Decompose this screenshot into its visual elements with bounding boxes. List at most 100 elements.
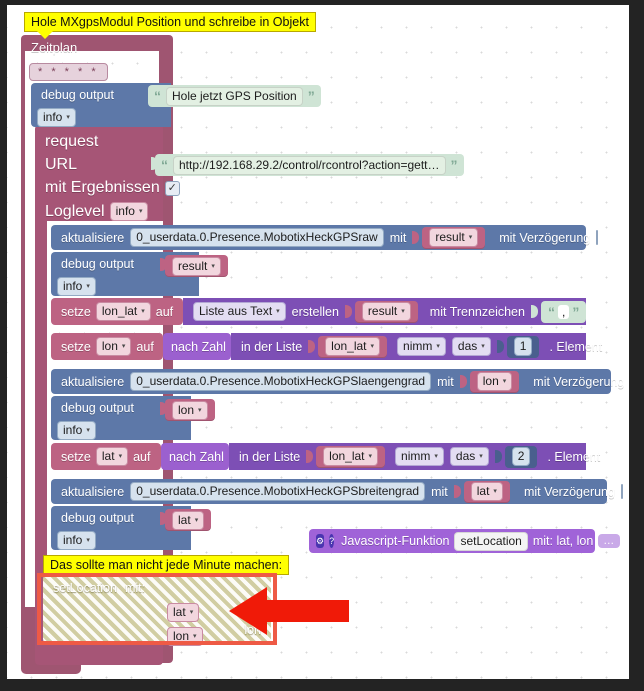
comment-tail bbox=[37, 31, 53, 39]
in-list-lat-var-block[interactable]: lon_lat bbox=[316, 445, 386, 468]
block-list-from-text[interactable]: Liste aus Text erstellen result mit Tren… bbox=[183, 298, 587, 325]
js-function-more-icon[interactable]: … bbox=[598, 534, 621, 548]
block-debug-result[interactable]: debug output info result bbox=[51, 252, 228, 296]
das-lon-field[interactable]: das bbox=[451, 337, 491, 356]
request-loglevel-value[interactable]: info bbox=[109, 202, 149, 221]
in-list-lat-connector bbox=[306, 450, 314, 463]
das-lat-field[interactable]: das bbox=[449, 447, 489, 466]
comment-bottom-text: Das sollte man nicht jede Minute machen: bbox=[50, 558, 283, 572]
update-lon-delay-label: mit Verzögerung bbox=[533, 374, 625, 389]
update-raw-delay-checkbox[interactable] bbox=[596, 230, 599, 245]
in-list-lon-var[interactable]: lon_lat bbox=[325, 337, 381, 356]
update-lat-connector bbox=[453, 485, 461, 498]
debug-lon-label: debug output bbox=[61, 401, 134, 415]
set-lon-variable[interactable]: lon bbox=[95, 337, 132, 356]
request-loglevel-row[interactable]: Loglevel info bbox=[45, 202, 149, 221]
block-text-gps-position[interactable]: “ Hole jetzt GPS Position ” bbox=[148, 85, 321, 107]
update-lon-object[interactable]: 0_userdata.0.Presence.MobotixHeckGPSlaen… bbox=[130, 372, 432, 391]
zeitplan-label: Zeitplan bbox=[31, 40, 78, 55]
debug-lat-value-block[interactable]: lat bbox=[165, 509, 212, 531]
index-lon-block[interactable]: 1 bbox=[506, 335, 540, 358]
debug-output-top-level[interactable]: info bbox=[37, 108, 76, 127]
block-debug-lon[interactable]: debug output info lon bbox=[51, 396, 215, 440]
index-lon-value[interactable]: 1 bbox=[513, 337, 533, 356]
update-lon-value[interactable]: lon bbox=[476, 372, 513, 391]
debug-lon-level[interactable]: info bbox=[57, 421, 96, 440]
list-source-connector bbox=[344, 305, 352, 318]
in-list-lat-var[interactable]: lon_lat bbox=[323, 447, 379, 466]
debug-result-value-block[interactable]: result bbox=[165, 255, 228, 277]
js-function-name[interactable]: setLocation bbox=[454, 531, 528, 551]
update-lat-delay-label: mit Verzögerung bbox=[523, 484, 615, 499]
zeitplan-cron-field[interactable]: * * * * * bbox=[29, 63, 108, 81]
in-list-lon-connector bbox=[308, 340, 316, 353]
index-lat-block[interactable]: 2 bbox=[504, 445, 538, 468]
block-set-lonlat[interactable]: setze lon_lat auf bbox=[51, 298, 183, 325]
blockly-canvas[interactable]: Zeitplan * * * * * Hole MXgpsModul Posit… bbox=[7, 5, 629, 679]
block-set-lon[interactable]: setze lon auf bbox=[51, 333, 163, 360]
update-lat-value[interactable]: lat bbox=[470, 482, 503, 501]
in-list-lat-label: in der Liste bbox=[239, 449, 301, 464]
text-gps-position-value[interactable]: Hole jetzt GPS Position bbox=[166, 86, 303, 106]
list-sep-connector bbox=[530, 305, 538, 318]
element-lat-label: . Element bbox=[547, 449, 601, 464]
index-lat-value[interactable]: 2 bbox=[511, 447, 531, 466]
js-function-label: Javascript-Funktion bbox=[341, 534, 450, 548]
block-text-url[interactable]: “ http://192.168.29.2/control/rcontrol?a… bbox=[155, 154, 464, 176]
block-update-lat[interactable]: aktualisiere 0_userdata.0.Presence.Mobot… bbox=[51, 479, 623, 504]
separator-value[interactable]: , bbox=[557, 304, 570, 319]
block-js-function-def[interactable]: ⚙ ? Javascript-Funktion setLocation mit:… bbox=[309, 529, 621, 553]
update-lat-value-block[interactable]: lat bbox=[463, 480, 510, 503]
update-raw-mit: mit bbox=[389, 230, 407, 245]
update-raw-value[interactable]: result bbox=[429, 228, 479, 247]
in-list-lon-label: in der Liste bbox=[241, 339, 303, 354]
block-list-index-lat[interactable]: in der Liste lon_lat nimm das 2 . Elemen… bbox=[229, 443, 600, 470]
debug-lat-level[interactable]: info bbox=[57, 531, 96, 550]
help-icon[interactable]: ? bbox=[329, 534, 335, 548]
comment-top[interactable]: Hole MXgpsModul Position und schreibe in… bbox=[24, 12, 316, 39]
block-to-number-lon[interactable]: nach Zahl bbox=[163, 333, 231, 360]
sep-quote-close-icon: ” bbox=[572, 303, 580, 320]
index-lon-connector bbox=[496, 340, 504, 353]
set-lonlat-label: setze bbox=[61, 304, 91, 319]
debug-result-level[interactable]: info bbox=[57, 277, 96, 296]
set-lon-label: setze bbox=[61, 339, 91, 354]
set-lat-variable[interactable]: lat bbox=[95, 447, 129, 466]
update-lat-delay-checkbox[interactable] bbox=[620, 484, 623, 499]
update-lon-value-block[interactable]: lon bbox=[469, 370, 520, 393]
request-loglevel-label: Loglevel bbox=[45, 202, 105, 220]
debug-output-top-label: debug output bbox=[41, 88, 114, 102]
debug-lon-value-block[interactable]: lon bbox=[165, 399, 215, 421]
element-lon-label: . Element bbox=[549, 339, 603, 354]
nimm-lon-field[interactable]: nimm bbox=[397, 337, 446, 356]
list-source-block[interactable]: result bbox=[354, 300, 418, 323]
block-update-lon[interactable]: aktualisiere 0_userdata.0.Presence.Mobot… bbox=[51, 369, 624, 394]
update-raw-value-block[interactable]: result bbox=[422, 226, 486, 249]
gear-icon[interactable]: ⚙ bbox=[316, 534, 325, 548]
debug-lon-value[interactable]: lon bbox=[172, 400, 208, 420]
url-value[interactable]: http://192.168.29.2/control/rcontrol?act… bbox=[173, 155, 446, 175]
list-source-value[interactable]: result bbox=[361, 302, 411, 321]
update-raw-object[interactable]: 0_userdata.0.Presence.MobotixHeckGPSraw bbox=[130, 228, 384, 247]
update-raw-connector bbox=[412, 231, 420, 244]
block-debug-lat[interactable]: debug output info lat bbox=[51, 506, 212, 550]
comment-bottom[interactable]: Das sollte man nicht jede Minute machen: bbox=[43, 555, 290, 575]
block-set-lat[interactable]: setze lat auf bbox=[51, 443, 161, 470]
block-text-separator[interactable]: “ , ” bbox=[540, 300, 587, 323]
in-list-lon-var-block[interactable]: lon_lat bbox=[318, 335, 388, 358]
block-update-raw[interactable]: aktualisiere 0_userdata.0.Presence.Mobot… bbox=[51, 225, 599, 250]
url-quote-close-icon: ” bbox=[450, 157, 458, 173]
nimm-lat-field[interactable]: nimm bbox=[395, 447, 444, 466]
set-lonlat-variable[interactable]: lon_lat bbox=[95, 302, 151, 321]
block-list-index-lon[interactable]: in der Liste lon_lat nimm das 1 . Elemen… bbox=[231, 333, 602, 360]
debug-result-value[interactable]: result bbox=[172, 256, 221, 276]
list-from-text-field[interactable]: Liste aus Text bbox=[193, 302, 286, 321]
update-lat-object[interactable]: 0_userdata.0.Presence.MobotixHeckGPSbrei… bbox=[130, 482, 426, 501]
block-to-number-lat[interactable]: nach Zahl bbox=[161, 443, 229, 470]
update-lat-mit: mit bbox=[431, 484, 448, 499]
update-lon-connector bbox=[459, 375, 467, 388]
request-with-results-row[interactable]: mit Ergebnissen ✓ bbox=[45, 179, 180, 197]
comment-top-text: Hole MXgpsModul Position und schreibe in… bbox=[31, 15, 309, 29]
request-with-results-checkbox[interactable]: ✓ bbox=[164, 180, 180, 196]
debug-lat-value[interactable]: lat bbox=[172, 510, 205, 530]
